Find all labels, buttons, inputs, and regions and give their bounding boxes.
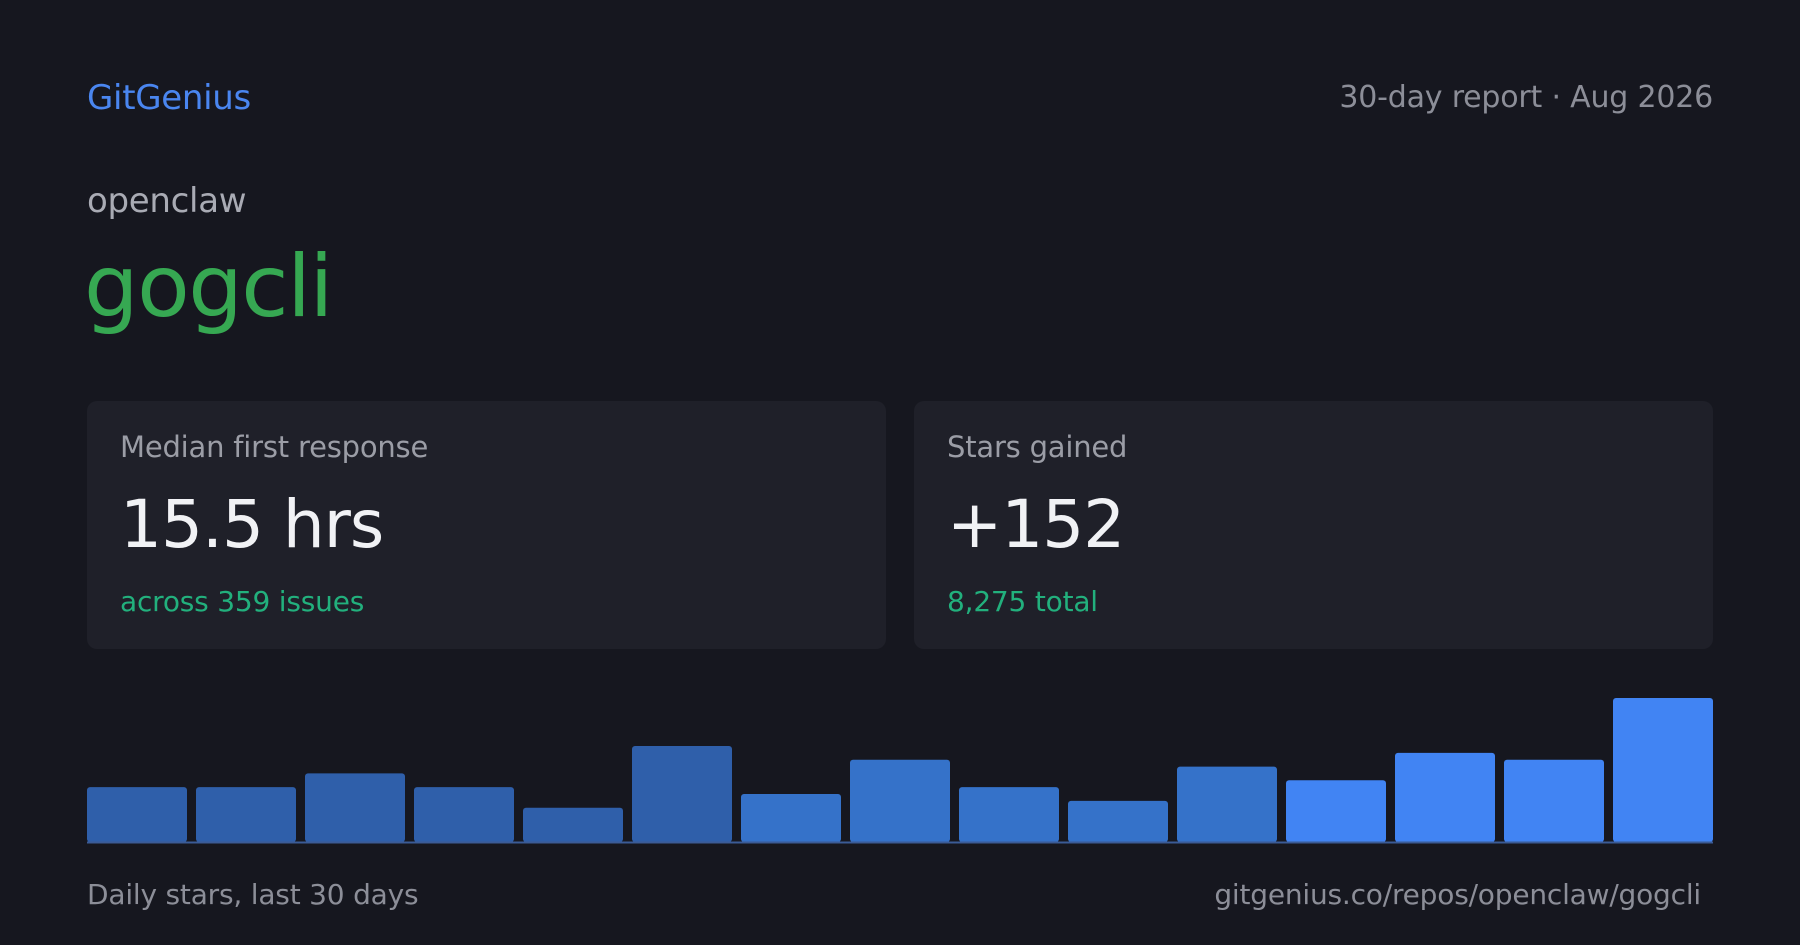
repo-owner: openclaw: [87, 181, 247, 221]
chart-caption: Daily stars, last 30 days: [87, 878, 419, 911]
chart-bar: [632, 746, 732, 842]
median-response-value: 15.5 hrs: [120, 486, 384, 563]
chart-bar: [1504, 759, 1604, 842]
median-response-card: Median first response 15.5 hrs across 35…: [87, 401, 886, 649]
median-response-label: Median first response: [120, 430, 429, 464]
chart-bar: [1068, 800, 1168, 842]
median-response-sub: across 359 issues: [120, 585, 365, 618]
repo-url[interactable]: gitgenius.co/repos/openclaw/gogcli: [1214, 878, 1701, 911]
chart-bar: [196, 787, 296, 842]
chart-bar: [414, 787, 514, 842]
chart-bar: [87, 787, 187, 842]
stars-gained-value: +152: [947, 486, 1125, 563]
brand-logo-text[interactable]: GitGenius: [87, 78, 251, 118]
repo-name: gogcli: [84, 237, 333, 337]
chart-bar: [850, 759, 950, 842]
chart-bar: [1177, 766, 1277, 842]
stars-total-sub: 8,275 total: [947, 585, 1098, 618]
chart-bar: [1395, 752, 1495, 842]
report-card: GitGenius 30-day report · Aug 2026 openc…: [0, 0, 1800, 945]
chart-bar: [959, 787, 1059, 842]
chart-bar: [523, 807, 623, 842]
stars-gained-label: Stars gained: [947, 430, 1128, 464]
daily-stars-chart: [87, 690, 1713, 845]
report-period-label: 30-day report · Aug 2026: [1339, 80, 1713, 115]
chart-bar: [1613, 698, 1713, 842]
chart-bar: [1286, 780, 1386, 842]
stars-gained-card: Stars gained +152 8,275 total: [914, 401, 1713, 649]
daily-stars-chart-svg: [87, 698, 1713, 844]
chart-bar: [741, 794, 841, 842]
chart-bar: [305, 773, 405, 842]
